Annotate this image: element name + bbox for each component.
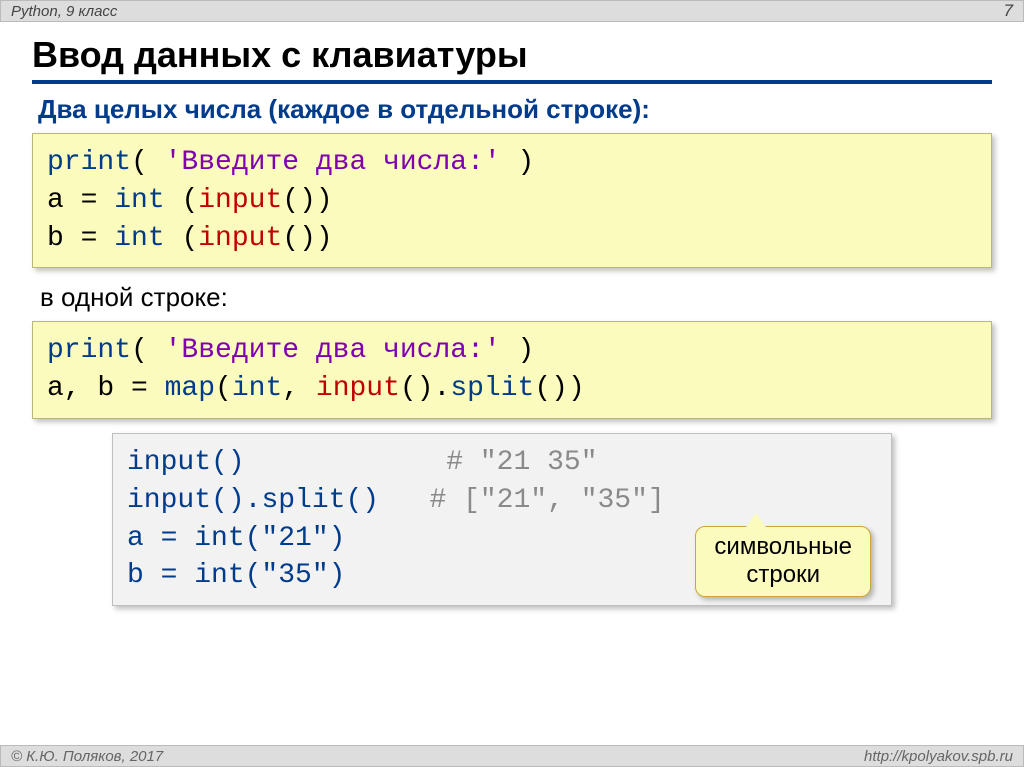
string-literal: 'Введите два числа:': [165, 147, 501, 178]
header-left: Python, 9 класс: [11, 3, 117, 20]
title-rule: [32, 80, 992, 84]
kw-print: print: [47, 335, 131, 366]
code-text: a = int("21"): [127, 523, 345, 554]
kw-int: int: [232, 373, 282, 404]
string-literal: 'Введите два числа:': [165, 335, 501, 366]
code-text: a, b =: [47, 373, 165, 404]
kw-input: input: [198, 185, 282, 216]
content: Ввод данных с клавиатуры Два целых числа…: [0, 22, 1024, 606]
code-comment: # "21 35": [446, 447, 597, 478]
code-comment: # ["21", "35"]: [429, 485, 664, 516]
kw-input: input: [127, 447, 211, 478]
header-bar: Python, 9 класс 7: [0, 0, 1024, 22]
code-text: a =: [47, 185, 114, 216]
subtitle: Два целых числа (каждое в отдельной стро…: [32, 94, 992, 125]
kw-map: map: [165, 373, 215, 404]
kw-input: input: [316, 373, 400, 404]
code-text: b = int("35"): [127, 560, 345, 591]
footer-bar: © К.Ю. Поляков, 2017 http://kpolyakov.sp…: [0, 745, 1024, 767]
kw-input: input: [127, 485, 211, 516]
footer-copyright: © К.Ю. Поляков, 2017: [11, 748, 163, 765]
caption-single-line: в одной строке:: [40, 282, 992, 313]
code-text: b =: [47, 223, 114, 254]
kw-int: int: [114, 185, 164, 216]
footer-url: http://kpolyakov.spb.ru: [864, 748, 1013, 765]
callout-symbol-strings: символьные строки: [695, 526, 871, 598]
page-title: Ввод данных с клавиатуры: [32, 34, 992, 76]
code-block-3: input() # "21 35" input().split() # ["21…: [112, 433, 892, 606]
kw-input: input: [198, 223, 282, 254]
kw-int: int: [114, 223, 164, 254]
kw-print: print: [47, 147, 131, 178]
kw-split: split: [450, 373, 534, 404]
code-block-2: print( 'Введите два числа:' ) a, b = map…: [32, 321, 992, 419]
code-block-1: print( 'Введите два числа:' ) a = int (i…: [32, 133, 992, 268]
page-number: 7: [1004, 1, 1013, 21]
kw-split: split: [261, 485, 345, 516]
